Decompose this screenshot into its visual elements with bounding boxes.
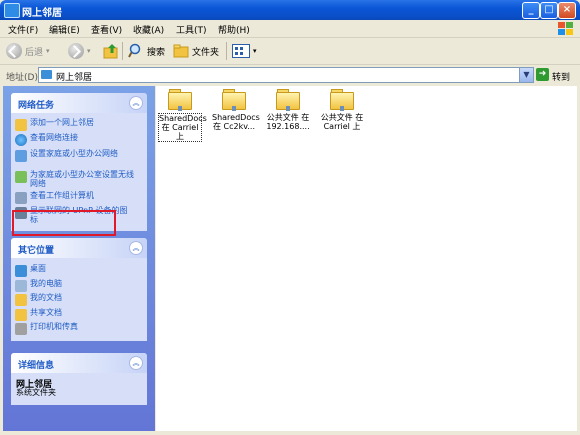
panel-header[interactable]: 网络任务 ︽ — [11, 93, 147, 113]
address-label: 地址(D) — [6, 73, 38, 83]
task-setup-wireless-network[interactable]: 为家庭或小型办公室设置无线网络 — [15, 170, 135, 188]
back-arrow-icon — [6, 43, 22, 59]
shared-documents-icon — [15, 309, 27, 321]
chevron-down-icon: ▾ — [253, 47, 257, 55]
menu-tools[interactable]: 工具(T) — [176, 23, 207, 36]
forward-button[interactable]: ▾ — [68, 41, 91, 61]
network-places-icon — [4, 3, 20, 18]
file-list-pane[interactable]: SharedDocs 在 Carriel 上 SharedDocs 在 Cc2kv..… — [156, 86, 577, 431]
folder-up-icon — [103, 44, 118, 59]
windows-logo-icon — [558, 22, 573, 35]
menu-help[interactable]: 帮助(H) — [218, 23, 250, 36]
menu-bar: 文件(F) 编辑(E) 查看(V) 收藏(A) 工具(T) 帮助(H) — [0, 20, 580, 38]
share-item[interactable]: 公共文件 在 Carriel 上 — [320, 86, 364, 131]
shared-folder-icon — [222, 88, 246, 111]
share-label: SharedDocs 在 Cc2kv... — [212, 113, 260, 131]
panel-title: 详细信息 — [18, 361, 55, 371]
toolbar-separator — [122, 42, 123, 60]
go-button[interactable]: 转到 — [552, 70, 570, 83]
panel-title: 其它位置 — [18, 246, 55, 256]
toolbar-separator — [226, 42, 227, 60]
menu-view[interactable]: 查看(V) — [91, 23, 122, 36]
panel-header[interactable]: 其它位置 ︽ — [11, 238, 147, 258]
minimize-button[interactable]: _ — [522, 2, 540, 19]
toolbar: 后退 ▾ ▾ 搜索 文件夹 ▾ — [0, 38, 580, 65]
network-connections-icon — [15, 134, 27, 146]
share-item[interactable]: SharedDocs 在 Carriel 上 — [158, 86, 207, 142]
share-item[interactable]: 公共文件 在 192.168.... — [266, 86, 310, 131]
address-dropdown-button[interactable]: ▼ — [519, 68, 533, 82]
home-network-icon — [15, 150, 27, 162]
task-add-network-place[interactable]: 添加一个网上邻居 — [15, 118, 135, 131]
address-input[interactable]: 网上邻居 ▼ — [38, 67, 534, 83]
wireless-network-icon — [15, 171, 27, 183]
panel-title: 网络任务 — [18, 101, 55, 111]
task-setup-home-network[interactable]: 设置家庭或小型办公网络 — [15, 149, 135, 162]
explorer-window: 网上邻居 _ □ × 文件(F) 编辑(E) 查看(V) 收藏(A) 工具(T)… — [0, 0, 580, 435]
close-button[interactable]: × — [558, 2, 576, 19]
shared-folder-icon — [168, 88, 192, 111]
share-label: 公共文件 在 Carriel 上 — [320, 113, 364, 131]
place-my-documents[interactable]: 我的文档 — [15, 293, 62, 306]
task-pane: 网络任务 ︽ 添加一个网上邻居 查看网络连接 设置家庭或小型办公网络 为家庭或小… — [3, 86, 155, 431]
title-bar: 网上邻居 _ □ × — [0, 0, 580, 20]
collapse-icon[interactable]: ︽ — [129, 96, 143, 110]
go-arrow-icon[interactable]: ➜ — [536, 68, 549, 81]
chevron-down-icon: ▾ — [46, 47, 50, 55]
collapse-icon[interactable]: ︽ — [129, 356, 143, 370]
details-panel: 详细信息 ︽ 网上邻居 系统文件夹 — [11, 353, 147, 405]
folder-icon — [173, 44, 189, 58]
place-my-computer[interactable]: 我的电脑 — [15, 279, 62, 292]
share-item[interactable]: SharedDocs 在 Cc2kv... — [212, 86, 260, 131]
details-type: 系统文件夹 — [16, 388, 56, 397]
my-computer-icon — [15, 280, 27, 292]
add-place-icon — [15, 119, 27, 131]
search-icon — [128, 43, 141, 58]
panel-header[interactable]: 详细信息 ︽ — [11, 353, 147, 373]
chevron-down-icon: ▾ — [87, 47, 91, 55]
menu-file[interactable]: 文件(F) — [8, 23, 38, 36]
views-icon — [232, 44, 250, 58]
my-documents-icon — [15, 294, 27, 306]
window-title: 网上邻居 — [22, 8, 62, 19]
task-view-network-connections[interactable]: 查看网络连接 — [15, 133, 135, 146]
search-button[interactable]: 搜索 — [128, 41, 165, 61]
back-button[interactable]: 后退 ▾ — [6, 41, 50, 61]
highlight-box — [12, 210, 116, 236]
maximize-button[interactable]: □ — [540, 2, 558, 19]
share-label: SharedDocs 在 Carriel 上 — [158, 113, 207, 142]
menu-edit[interactable]: 编辑(E) — [49, 23, 80, 36]
task-view-workgroup-computers[interactable]: 查看工作组计算机 — [15, 191, 135, 204]
address-bar: 地址(D) 网上邻居 ▼ ➜ 转到 — [0, 65, 580, 85]
other-places-panel: 其它位置 ︽ 桌面 我的电脑 我的文档 共享文档 打印机和传真 — [11, 238, 147, 341]
printer-icon — [15, 323, 27, 335]
workgroup-computers-icon — [15, 192, 27, 204]
place-printers-faxes[interactable]: 打印机和传真 — [15, 322, 78, 335]
views-button[interactable]: ▾ — [232, 41, 257, 61]
share-label: 公共文件 在 192.168.... — [266, 113, 310, 131]
menu-favorites[interactable]: 收藏(A) — [133, 23, 164, 36]
forward-arrow-icon — [68, 43, 84, 59]
collapse-icon[interactable]: ︽ — [129, 241, 143, 255]
shared-folder-icon — [276, 88, 300, 111]
address-value: 网上邻居 — [56, 73, 93, 83]
folders-button[interactable]: 文件夹 — [173, 41, 219, 61]
desktop-icon — [15, 265, 27, 277]
network-places-icon — [41, 70, 52, 79]
shared-folder-icon — [330, 88, 354, 111]
place-desktop[interactable]: 桌面 — [15, 264, 46, 277]
up-folder-button[interactable] — [103, 41, 119, 61]
place-shared-documents[interactable]: 共享文档 — [15, 308, 62, 321]
